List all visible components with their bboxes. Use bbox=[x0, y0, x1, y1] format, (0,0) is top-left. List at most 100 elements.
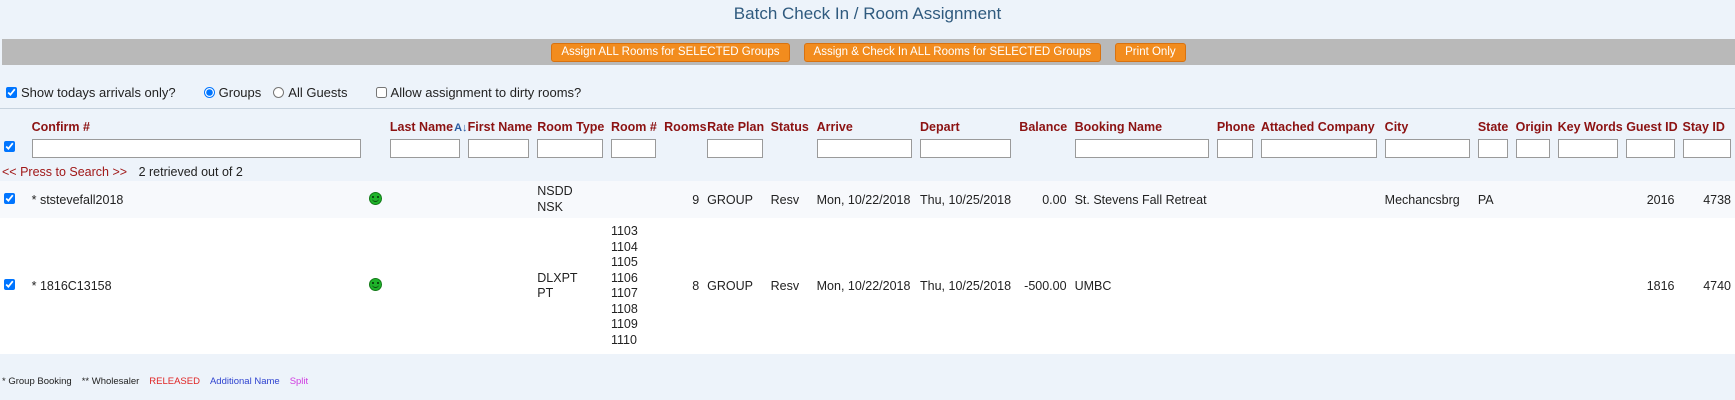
col-phone[interactable]: Phone bbox=[1213, 118, 1257, 134]
col-key-words[interactable]: Key Words bbox=[1554, 118, 1623, 134]
col-room-type[interactable]: Room Type bbox=[533, 118, 607, 134]
arrive-filter-input[interactable] bbox=[816, 138, 913, 158]
origin-cell bbox=[1511, 218, 1554, 354]
room-type-value: NSDD bbox=[537, 184, 573, 198]
filter-cell bbox=[28, 134, 366, 162]
col-confirm[interactable]: Confirm # bbox=[28, 118, 366, 134]
todays-arrivals-checkbox[interactable] bbox=[6, 86, 17, 98]
booking-name-filter-input[interactable] bbox=[1074, 138, 1209, 158]
col-last-name[interactable]: Last NameA↓ bbox=[386, 118, 468, 134]
city-cell bbox=[1380, 218, 1474, 354]
allow-dirty-checkbox[interactable] bbox=[375, 86, 387, 98]
stay-id-cell: 4740 bbox=[1678, 218, 1735, 354]
all-guests-option[interactable]: All Guests bbox=[273, 85, 348, 100]
col-guest-id[interactable]: Guest ID bbox=[1622, 118, 1678, 134]
filter-cell bbox=[1512, 134, 1554, 162]
phone-filter-input[interactable] bbox=[1216, 138, 1253, 158]
filter-cell bbox=[386, 134, 464, 162]
city-cell: Mechancsbrg bbox=[1380, 181, 1474, 218]
print-only-button[interactable]: Print Only bbox=[1115, 42, 1186, 62]
legend-group-booking: * Group Booking bbox=[2, 376, 72, 387]
allow-dirty-label: Allow assignment to dirty rooms? bbox=[390, 84, 582, 100]
col-stay-id[interactable]: Stay ID bbox=[1679, 118, 1735, 134]
select-all-header bbox=[0, 118, 28, 134]
col-origin[interactable]: Origin bbox=[1512, 118, 1554, 134]
room-type-cell: NSDD NSK bbox=[533, 181, 607, 218]
room-number: 1105 bbox=[610, 255, 638, 269]
key-words-cell bbox=[1553, 181, 1623, 218]
select-all-cell bbox=[0, 134, 28, 162]
col-rate-plan[interactable]: Rate Plan bbox=[703, 118, 766, 134]
filter-cell bbox=[1474, 134, 1512, 162]
guest-id-cell: 2016 bbox=[1622, 181, 1679, 218]
col-first-name[interactable]: First Name bbox=[464, 118, 534, 134]
col-state[interactable]: State bbox=[1474, 118, 1512, 134]
action-toolbar: Assign ALL Rooms for SELECTED Groups Ass… bbox=[2, 39, 1735, 65]
room-num-cell bbox=[606, 181, 661, 218]
col-attached-company[interactable]: Attached Company bbox=[1257, 118, 1381, 134]
key-words-filter-input[interactable] bbox=[1557, 138, 1619, 158]
booking-name-cell: St. Stevens Fall Retreat bbox=[1070, 181, 1213, 218]
press-to-search-link[interactable]: << Press to Search >> bbox=[2, 165, 127, 179]
room-type-value: NSK bbox=[537, 199, 563, 214]
smiley-icon bbox=[369, 191, 383, 205]
smiley-icon bbox=[369, 278, 383, 291]
col-room-num[interactable]: Room # bbox=[607, 118, 660, 134]
confirm-cell[interactable]: * 1816C13158 bbox=[27, 218, 366, 354]
page-title: Batch Check In / Room Assignment bbox=[733, 4, 1002, 23]
table-row[interactable]: * 1816C13158 DLXPT PT 1103 1104 1105 110… bbox=[0, 218, 1735, 354]
select-all-checkbox[interactable] bbox=[4, 141, 15, 152]
city-filter-input[interactable] bbox=[1384, 138, 1470, 158]
filter-row bbox=[0, 134, 1735, 162]
groups-label: Groups bbox=[218, 84, 262, 100]
room-num-cell: 1103 1104 1105 1106 1107 1108 1109 1110 bbox=[606, 218, 661, 354]
col-booking-name[interactable]: Booking Name bbox=[1071, 118, 1213, 134]
depart-filter-input[interactable] bbox=[920, 138, 1012, 158]
origin-filter-input[interactable] bbox=[1515, 138, 1550, 158]
todays-arrivals-label: Show todays arrivals only? bbox=[21, 84, 176, 100]
confirm-cell[interactable]: * ststevefall2018 bbox=[27, 181, 366, 218]
legend-wholesaler: ** Wholesaler bbox=[81, 376, 140, 387]
filter-cell bbox=[813, 134, 916, 162]
rate-plan-cell: GROUP bbox=[703, 218, 767, 354]
col-status[interactable]: Status bbox=[767, 118, 813, 134]
room-type-filter-input[interactable] bbox=[537, 138, 603, 158]
stay-id-cell: 4738 bbox=[1678, 181, 1735, 218]
row-select-checkbox[interactable] bbox=[4, 192, 15, 204]
col-rooms[interactable]: Rooms bbox=[660, 118, 706, 134]
col-balance[interactable]: Balance bbox=[1015, 118, 1070, 134]
col-depart[interactable]: Depart bbox=[916, 118, 1015, 134]
phone-cell bbox=[1212, 181, 1257, 218]
stay-id-filter-input[interactable] bbox=[1682, 138, 1731, 158]
col-arrive[interactable]: Arrive bbox=[813, 118, 916, 134]
filter-cell bbox=[660, 134, 703, 162]
legend-split: Split bbox=[289, 376, 309, 387]
confirm-filter-input[interactable] bbox=[31, 138, 362, 158]
sort-az-icon[interactable]: A↓ bbox=[454, 122, 467, 134]
first-name-cell bbox=[463, 181, 534, 218]
attached-company-filter-input[interactable] bbox=[1260, 138, 1377, 158]
room-number: 1109 bbox=[610, 317, 638, 331]
todays-arrivals-option[interactable]: Show todays arrivals only? bbox=[6, 85, 176, 100]
col-city[interactable]: City bbox=[1381, 118, 1474, 134]
first-name-filter-input[interactable] bbox=[467, 138, 530, 158]
assign-all-rooms-button[interactable]: Assign ALL Rooms for SELECTED Groups bbox=[551, 42, 790, 62]
row-select-checkbox[interactable] bbox=[4, 279, 15, 290]
header-row: Confirm # Last NameA↓ First Name Room Ty… bbox=[0, 118, 1735, 134]
guest-id-filter-input[interactable] bbox=[1626, 138, 1675, 158]
room-type-cell: DLXPT PT bbox=[533, 218, 607, 354]
rate-plan-filter-input[interactable] bbox=[707, 138, 763, 158]
allow-dirty-option[interactable]: Allow assignment to dirty rooms? bbox=[375, 84, 582, 100]
assign-checkin-all-rooms-button[interactable]: Assign & Check In ALL Rooms for SELECTED… bbox=[803, 42, 1102, 62]
groups-radio[interactable] bbox=[203, 86, 215, 98]
state-filter-input[interactable] bbox=[1477, 138, 1508, 158]
filter-cell bbox=[1554, 134, 1623, 162]
table-row[interactable]: * ststevefall2018 NSDD NSK 9 GROUP Resv … bbox=[0, 181, 1735, 218]
balance-cell: -500.00 bbox=[1015, 218, 1071, 354]
groups-option[interactable]: Groups bbox=[203, 84, 262, 100]
all-guests-radio[interactable] bbox=[273, 86, 285, 98]
balance-cell: 0.00 bbox=[1015, 181, 1071, 218]
last-name-filter-input[interactable] bbox=[389, 138, 460, 158]
room-num-filter-input[interactable] bbox=[610, 138, 657, 158]
attached-company-cell bbox=[1256, 181, 1381, 218]
